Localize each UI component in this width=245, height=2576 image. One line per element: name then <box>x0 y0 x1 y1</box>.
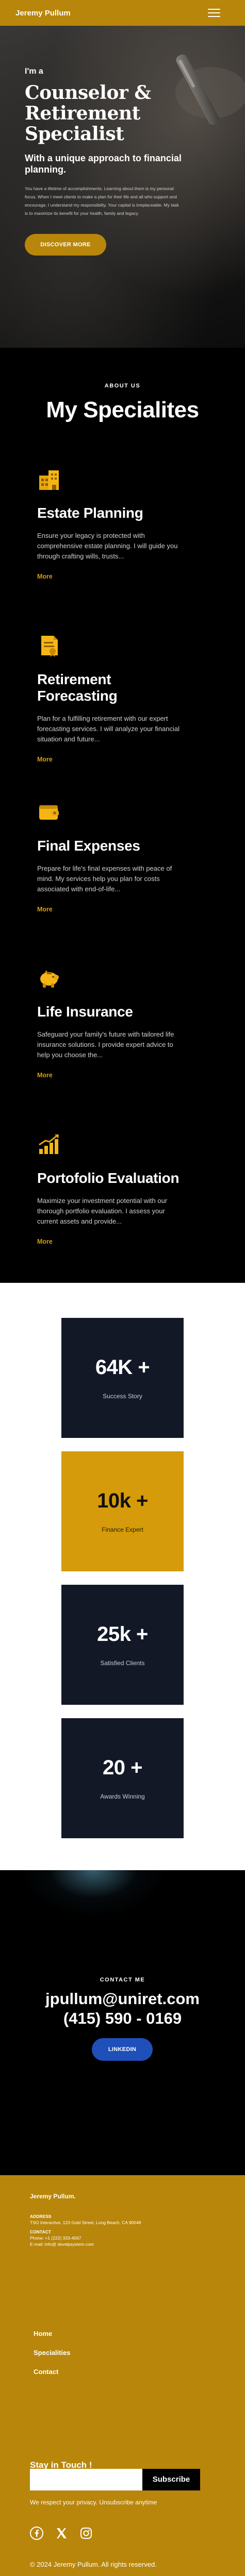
hero-subtitle: With a unique approach to financial plan… <box>25 153 182 175</box>
growth-chart-icon <box>39 1134 59 1154</box>
footer-contact: CONTACT Phone: +1 (222) 333-4567 E-mail:… <box>30 2229 94 2247</box>
stat-card: 25k + Satisfied Clients <box>61 1585 184 1705</box>
wallet-icon <box>39 805 59 820</box>
specialty-title: Retirement Forecasting <box>37 671 118 704</box>
stat-card: 20 + Awards Winning <box>61 1718 184 1838</box>
more-link[interactable]: More <box>37 1072 53 1079</box>
footer-brand: Jeremy Pullum. <box>30 2193 76 2200</box>
specialty-item: Retirement Forecasting Plan for a fulfil… <box>37 634 192 764</box>
newsletter-email-input[interactable] <box>30 2469 142 2490</box>
hero-section: I'm a Counselor & Retirement Specialist … <box>0 26 245 348</box>
stat-card: 64K + Success Story <box>61 1318 184 1438</box>
contact-me-label: CONTACT ME <box>100 1977 145 1983</box>
hero-description: You have a lifetime of accomplishments. … <box>25 186 179 216</box>
specialty-description: Maximize your investment potential with … <box>37 1197 168 1225</box>
footer-link-home[interactable]: Home <box>34 2330 71 2337</box>
stat-value: 20 + <box>103 1756 142 1779</box>
address-text: TSO Interactive, 123 Gold Street, Long B… <box>30 2220 141 2225</box>
discover-more-button[interactable]: DISCOVER MORE <box>25 234 106 256</box>
footer: Jeremy Pullum. ADDRESS TSO Interactive, … <box>0 2175 245 2576</box>
specialty-description: Safeguard your family's future with tail… <box>37 1030 174 1059</box>
building-icon <box>39 470 59 490</box>
specialty-title: Life Insurance <box>37 1004 133 1020</box>
stat-label: Success Story <box>103 1393 142 1400</box>
contact-section: CONTACT ME jpullum@uniret.com (415) 590 … <box>0 1870 245 2175</box>
footer-email[interactable]: E-mail: info@ develpsystem.com <box>30 2241 94 2247</box>
stat-label: Awards Winning <box>100 1793 145 1800</box>
linkedin-button[interactable]: LINKEDIN <box>92 2038 153 2061</box>
about-us-label: ABOUT US <box>104 383 141 389</box>
specialty-description: Prepare for life's final expenses with p… <box>37 865 172 893</box>
more-link[interactable]: More <box>37 756 53 763</box>
more-link[interactable]: More <box>37 573 53 580</box>
more-link[interactable]: More <box>37 906 53 913</box>
document-icon <box>41 636 58 657</box>
specialty-title: Portofolio Evaluation <box>37 1170 179 1186</box>
contact-email[interactable]: jpullum@uniret.com <box>0 1990 245 2008</box>
stat-card: 10k + Finance Expert <box>61 1451 184 1571</box>
address-heading: ADDRESS <box>30 2214 52 2219</box>
stats-section: 64K + Success Story 10k + Finance Expert… <box>0 1283 245 1870</box>
hero-title: Counselor & Retirement Specialist <box>25 82 151 145</box>
stat-value: 64K + <box>95 1356 150 1379</box>
footer-link-contact[interactable]: Contact <box>34 2368 71 2376</box>
specialty-item: Life Insurance Safeguard your family's f… <box>37 966 192 1080</box>
specialty-item: Estate Planning Ensure your legacy is pr… <box>37 467 192 581</box>
footer-nav: Home Specialities Contact <box>34 2330 71 2387</box>
copyright: © 2024 Jeremy Pullum. All rights reserve… <box>30 2561 157 2568</box>
specialty-description: Plan for a fulfilling retirement with ou… <box>37 715 180 743</box>
footer-link-specialities[interactable]: Specialities <box>34 2349 71 2357</box>
stat-label: Satisfied Clients <box>100 1659 145 1667</box>
page: Jeremy Pullum I'm a Counselor & Retireme… <box>0 0 245 2576</box>
brand-name[interactable]: Jeremy Pullum <box>15 9 71 18</box>
footer-address: ADDRESS TSO Interactive, 123 Gold Street… <box>30 2213 141 2226</box>
hero-content: I'm a Counselor & Retirement Specialist … <box>25 67 190 256</box>
stat-value: 25k + <box>97 1623 148 1646</box>
hero-kicker: I'm a <box>25 67 43 76</box>
privacy-note: We respect your privacy. Unsubscribe any… <box>30 2499 157 2506</box>
contact-phone[interactable]: (415) 590 - 0169 <box>0 2009 245 2028</box>
newsletter-form: Subscribe <box>30 2469 200 2490</box>
x-icon[interactable] <box>55 2527 68 2540</box>
footer-phone: Phone: +1 (222) 333-4567 <box>30 2235 81 2241</box>
piggy-bank-icon <box>40 970 59 988</box>
specialty-item: Final Expenses Prepare for life's final … <box>37 800 192 914</box>
specialty-description: Ensure your legacy is protected with com… <box>37 532 178 560</box>
stat-label: Finance Expert <box>102 1526 143 1533</box>
instagram-icon[interactable] <box>79 2527 93 2540</box>
stat-value: 10k + <box>97 1489 148 1512</box>
social-links <box>30 2527 93 2540</box>
specialty-title: Final Expenses <box>37 838 140 854</box>
subscribe-button[interactable]: Subscribe <box>142 2469 200 2490</box>
specialties-heading: My Specialites <box>46 397 199 422</box>
more-link[interactable]: More <box>37 1238 53 1245</box>
hamburger-menu-icon[interactable] <box>208 9 220 17</box>
top-navbar: Jeremy Pullum <box>0 0 245 26</box>
specialty-title: Estate Planning <box>37 505 143 521</box>
facebook-icon[interactable] <box>30 2527 43 2540</box>
contact-heading: CONTACT <box>30 2229 51 2234</box>
specialty-item: Portofolio Evaluation Maximize your inve… <box>37 1132 192 1246</box>
specialties-section: ABOUT US My Specialites Estate Planning … <box>0 348 245 1283</box>
